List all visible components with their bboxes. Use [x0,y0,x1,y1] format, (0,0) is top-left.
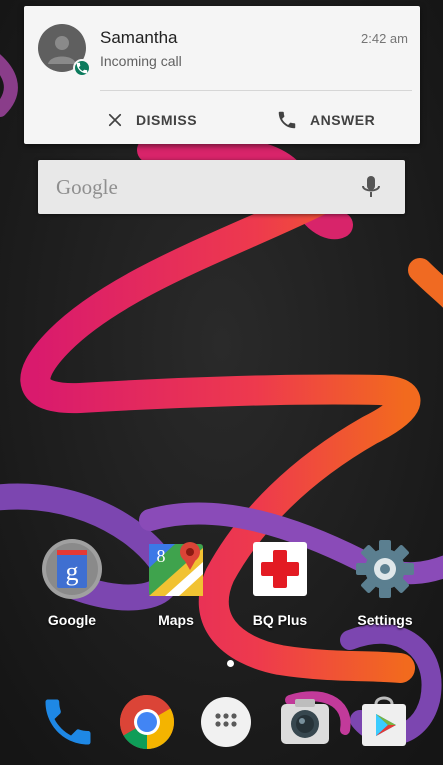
app-label-maps: Maps [158,612,194,628]
close-icon [108,113,122,127]
maps-icon: 8 [145,538,207,600]
call-badge-icon [73,59,91,77]
app-bq-plus[interactable]: BQ Plus [238,538,322,628]
incoming-call-notification[interactable]: Samantha Incoming call 2:42 am DISMISS A… [24,6,420,144]
dock-camera[interactable] [275,692,335,752]
google-search-bar[interactable]: Google [38,160,405,214]
notification-time: 2:42 am [361,31,408,46]
call-status: Incoming call [100,53,182,69]
app-label-bq-plus: BQ Plus [252,612,308,628]
caller-name: Samantha [100,28,178,47]
dismiss-button[interactable]: DISMISS [106,102,197,138]
google-logo: Google [56,175,118,199]
answer-label: ANSWER [310,112,376,128]
app-label-google: Google [47,612,97,628]
notification-divider [100,90,412,91]
app-settings[interactable]: Settings [343,538,427,628]
app-google[interactable]: g Google [30,538,114,628]
dock-phone[interactable] [38,692,98,752]
play-store-icon [362,696,406,746]
dock-play-store[interactable] [354,692,414,752]
app-drawer-icon [201,697,251,747]
phone-icon [278,111,296,129]
svg-text:g: g [66,557,79,586]
microphone-icon[interactable] [359,174,383,200]
answer-button[interactable]: ANSWER [276,102,375,138]
google-search-icon: g [41,538,103,600]
app-label-settings: Settings [357,612,413,628]
chrome-icon [119,695,175,750]
gear-icon [354,538,416,600]
camera-icon [281,699,329,744]
page-indicator [227,660,234,667]
phone-icon [45,699,91,745]
svg-text:8: 8 [157,546,166,566]
app-maps[interactable]: 8 Maps [134,538,218,628]
dismiss-label: DISMISS [136,112,198,128]
dock-app-drawer[interactable] [196,692,256,752]
dock-chrome[interactable] [117,692,177,752]
bq-plus-icon [249,538,311,600]
